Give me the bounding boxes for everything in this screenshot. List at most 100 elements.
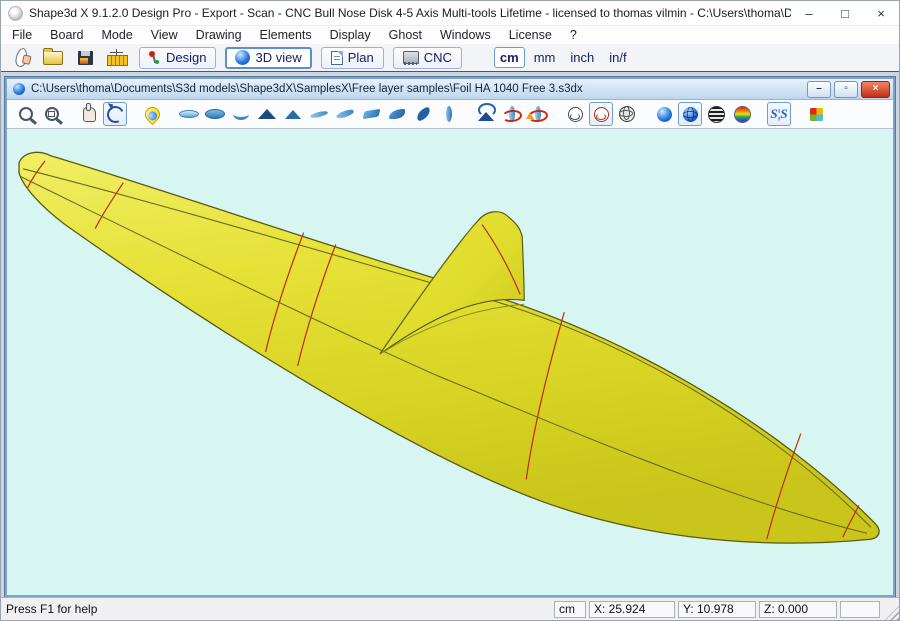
unit-mm[interactable]: mm: [528, 47, 562, 68]
unit-in-f[interactable]: in/f: [603, 47, 632, 68]
render-curvature-icon[interactable]: [730, 102, 754, 126]
unit-cm[interactable]: cm: [494, 47, 525, 68]
render-outline-icon[interactable]: [563, 102, 587, 126]
zoom-icon[interactable]: [14, 102, 38, 126]
open-button[interactable]: [37, 45, 69, 71]
design-nodes-icon: [149, 51, 161, 65]
flip-board-glyph: [535, 106, 541, 122]
sphere-icon: [235, 50, 250, 65]
menu-item-mode[interactable]: Mode: [93, 28, 142, 42]
view-side-icon[interactable]: [437, 102, 461, 126]
foil-wing: [19, 152, 879, 543]
dimensions-button[interactable]: [101, 45, 133, 71]
render-outline-glyph: [568, 107, 583, 122]
menu-item-board[interactable]: Board: [41, 28, 92, 42]
mode-button-label: CNC: [424, 50, 452, 65]
save-icon: [78, 51, 93, 65]
save-button[interactable]: [69, 45, 101, 71]
render-solid-icon[interactable]: [652, 102, 676, 126]
view-tilt-2-glyph: [336, 108, 355, 119]
view-perspective-icon[interactable]: [385, 102, 409, 126]
view-top-icon[interactable]: [203, 102, 227, 126]
menu-item-view[interactable]: View: [142, 28, 187, 42]
new-board-button[interactable]: [5, 45, 37, 71]
reset-view-glyph: [478, 112, 494, 121]
mode-button-label: Plan: [348, 50, 374, 65]
menu-item-elements[interactable]: Elements: [251, 28, 321, 42]
rotate-board-icon[interactable]: [500, 102, 524, 126]
minimize-button[interactable]: –: [791, 2, 827, 25]
maximize-button[interactable]: □: [827, 2, 863, 25]
menu-item-license[interactable]: License: [500, 28, 561, 42]
render-stripes-icon[interactable]: [704, 102, 728, 126]
view-side-glyph: [446, 106, 452, 122]
menu-item-drawing[interactable]: Drawing: [187, 28, 251, 42]
view-thin-icon[interactable]: [229, 102, 253, 126]
resize-grip[interactable]: [885, 606, 899, 620]
menu-item-help[interactable]: ?: [561, 28, 586, 42]
menu-item-file[interactable]: File: [3, 28, 41, 42]
render-curvature-glyph: [734, 106, 751, 123]
status-y: Y: 10.978: [678, 601, 756, 618]
view-front-dark-icon[interactable]: [255, 102, 279, 126]
status-bar: Press F1 for help cm X: 25.924 Y: 10.978…: [1, 597, 899, 620]
view-toolbar: S¦S: [7, 100, 893, 129]
status-x: X: 25.924: [589, 601, 675, 618]
render-wireframe-icon[interactable]: [615, 102, 639, 126]
status-empty: [840, 601, 880, 618]
light-icon[interactable]: [140, 102, 164, 126]
view-tilt-2-icon[interactable]: [333, 102, 357, 126]
pan-glyph: [83, 107, 96, 122]
close-button[interactable]: ×: [863, 2, 899, 25]
mode-button-design[interactable]: Design: [139, 47, 216, 69]
view-leaf-icon[interactable]: [411, 102, 435, 126]
unit-inch[interactable]: inch: [564, 47, 600, 68]
document-title-bar: C:\Users\thoma\Documents\S3d models\Shap…: [7, 79, 893, 100]
title-bar: Shape3d X 9.1.2.0 Design Pro - Export - …: [1, 1, 899, 26]
file-toolbar: [5, 45, 133, 71]
status-z: Z: 0.000: [759, 601, 837, 618]
document-window: C:\Users\thoma\Documents\S3d models\Shap…: [5, 77, 895, 597]
menu-item-ghost[interactable]: Ghost: [380, 28, 431, 42]
foil-3d-render: [7, 129, 893, 595]
mode-button-label: 3D view: [255, 50, 301, 65]
render-wireframe-glyph: [619, 106, 635, 122]
reset-view-icon[interactable]: [474, 102, 498, 126]
menu-item-windows[interactable]: Windows: [431, 28, 500, 42]
mode-button-cnc[interactable]: CNC: [393, 47, 462, 69]
rotate-board-glyph: [509, 106, 515, 122]
view-perspective-glyph: [389, 109, 405, 119]
render-solid-glyph: [657, 107, 672, 122]
render-sections-icon[interactable]: [589, 102, 613, 126]
plan-doc-icon: [331, 51, 343, 65]
render-solid-wire-icon[interactable]: [678, 102, 702, 126]
colors-icon[interactable]: [804, 102, 828, 126]
flip-board-icon[interactable]: [526, 102, 550, 126]
view-front-icon[interactable]: [281, 102, 305, 126]
doc-close-button[interactable]: ×: [861, 81, 890, 98]
mode-buttons: Design 3D view Plan CNC: [139, 47, 462, 69]
rotate-3d-glyph: [104, 103, 126, 125]
rotate-3d-icon[interactable]: [103, 102, 127, 126]
doc-minimize-button[interactable]: –: [807, 81, 831, 98]
zoom-window-icon[interactable]: [40, 102, 64, 126]
colors-glyph: [810, 108, 823, 121]
view-tilt-1-icon[interactable]: [307, 102, 331, 126]
menu-bar: FileBoardModeViewDrawingElementsDisplayG…: [1, 26, 899, 44]
main-toolbar: Design 3D view Plan CNC cmmminchin/f: [1, 44, 899, 73]
symmetry-icon[interactable]: S¦S: [767, 102, 791, 126]
light-glyph: [141, 103, 162, 124]
doc-restore-button[interactable]: ▫: [834, 81, 858, 98]
shape3d-window: Shape3d X 9.1.2.0 Design Pro - Export - …: [0, 0, 900, 621]
view-top-outline-icon[interactable]: [177, 102, 201, 126]
menu-item-display[interactable]: Display: [321, 28, 380, 42]
viewport-3d[interactable]: [7, 129, 893, 595]
mode-button-3d-view[interactable]: 3D view: [225, 47, 311, 69]
status-help: Press F1 for help: [1, 602, 554, 616]
mode-button-plan[interactable]: Plan: [321, 47, 384, 69]
document-icon: [13, 83, 25, 95]
unit-selector: cmmminchin/f: [494, 47, 633, 68]
pan-icon[interactable]: [77, 102, 101, 126]
view-quarter-icon[interactable]: [359, 102, 383, 126]
render-stripes-glyph: [708, 106, 725, 123]
